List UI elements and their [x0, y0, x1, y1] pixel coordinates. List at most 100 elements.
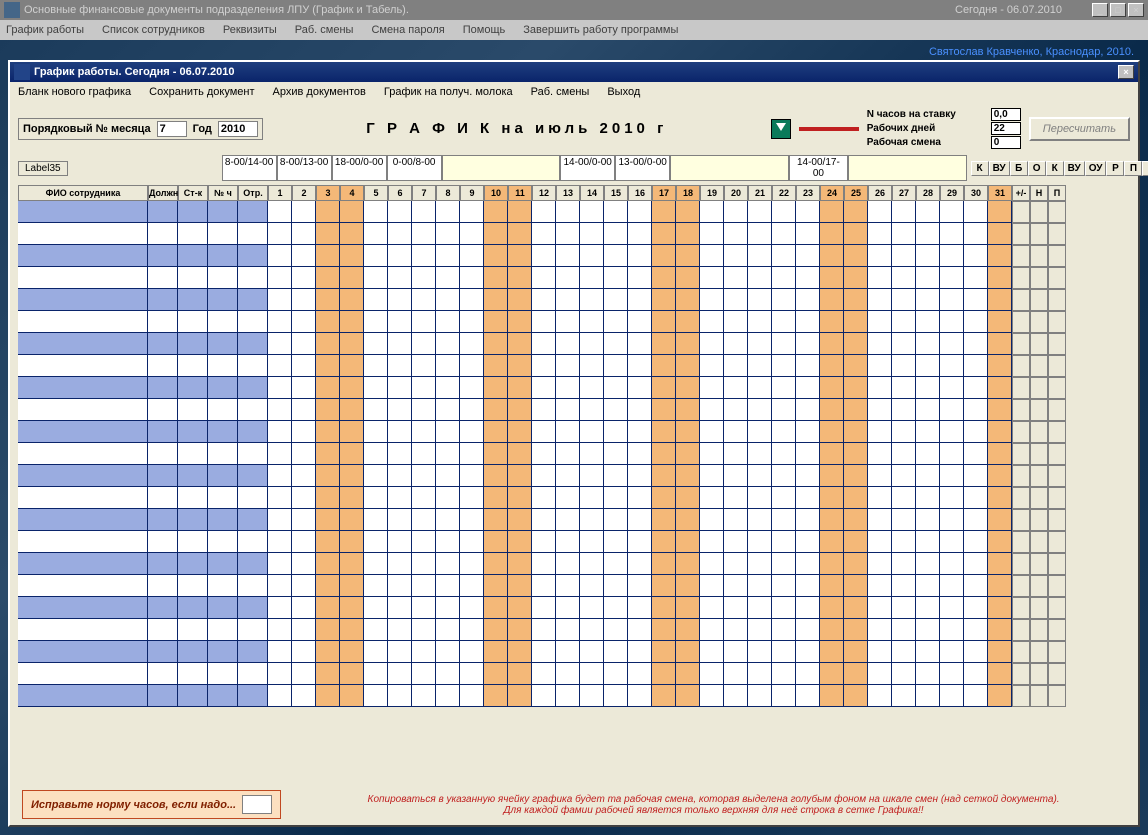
cell-day-28[interactable]: [916, 399, 940, 421]
cell-small[interactable]: [238, 399, 268, 421]
cell-day-7[interactable]: [412, 509, 436, 531]
col-day-1[interactable]: 1: [268, 185, 292, 201]
cell-day-24[interactable]: [820, 531, 844, 553]
cell-day-12[interactable]: [532, 333, 556, 355]
cell-day-20[interactable]: [724, 619, 748, 641]
cell-day-5[interactable]: [364, 421, 388, 443]
cell-small[interactable]: [178, 399, 208, 421]
cell-day-17[interactable]: [652, 377, 676, 399]
cell-day-28[interactable]: [916, 575, 940, 597]
cell-day-18[interactable]: [676, 201, 700, 223]
col-day-6[interactable]: 6: [388, 185, 412, 201]
cell-day-27[interactable]: [892, 685, 916, 707]
cell-day-6[interactable]: [388, 289, 412, 311]
cell-small[interactable]: [178, 289, 208, 311]
cell-day-12[interactable]: [532, 399, 556, 421]
cell-day-18[interactable]: [676, 377, 700, 399]
cell-employee[interactable]: [18, 223, 148, 245]
cell-small[interactable]: [238, 597, 268, 619]
cell-day-8[interactable]: [436, 223, 460, 245]
cell-day-15[interactable]: [604, 487, 628, 509]
cell-tail[interactable]: [1048, 641, 1066, 663]
cell-day-16[interactable]: [628, 399, 652, 421]
cell-small[interactable]: [238, 487, 268, 509]
cell-day-1[interactable]: [268, 201, 292, 223]
cell-small[interactable]: [178, 597, 208, 619]
cell-day-6[interactable]: [388, 355, 412, 377]
cell-day-21[interactable]: [748, 201, 772, 223]
cell-day-4[interactable]: [340, 487, 364, 509]
cell-small[interactable]: [238, 509, 268, 531]
cell-day-8[interactable]: [436, 531, 460, 553]
cell-day-13[interactable]: [556, 201, 580, 223]
cell-day-19[interactable]: [700, 421, 724, 443]
cell-day-16[interactable]: [628, 465, 652, 487]
cell-day-26[interactable]: [868, 685, 892, 707]
cell-day-27[interactable]: [892, 289, 916, 311]
cell-day-11[interactable]: [508, 531, 532, 553]
cell-day-22[interactable]: [772, 575, 796, 597]
cell-day-15[interactable]: [604, 377, 628, 399]
cell-day-20[interactable]: [724, 641, 748, 663]
cell-day-4[interactable]: [340, 289, 364, 311]
cell-day-7[interactable]: [412, 289, 436, 311]
cell-day-13[interactable]: [556, 465, 580, 487]
cell-day-8[interactable]: [436, 289, 460, 311]
cell-day-25[interactable]: [844, 685, 868, 707]
cell-day-19[interactable]: [700, 223, 724, 245]
cell-day-7[interactable]: [412, 267, 436, 289]
cell-small[interactable]: [148, 597, 178, 619]
cell-day-29[interactable]: [940, 201, 964, 223]
cell-day-14[interactable]: [580, 663, 604, 685]
cell-small[interactable]: [148, 487, 178, 509]
cell-day-4[interactable]: [340, 597, 364, 619]
shift-input[interactable]: [991, 136, 1021, 149]
workdays-input[interactable]: [991, 122, 1021, 135]
cell-day-24[interactable]: [820, 377, 844, 399]
cell-day-9[interactable]: [460, 575, 484, 597]
cell-small[interactable]: [208, 311, 238, 333]
cell-day-16[interactable]: [628, 223, 652, 245]
cell-tail[interactable]: [1030, 377, 1048, 399]
cell-day-9[interactable]: [460, 289, 484, 311]
cell-day-5[interactable]: [364, 267, 388, 289]
minimize-button[interactable]: _: [1092, 3, 1108, 17]
cell-day-19[interactable]: [700, 267, 724, 289]
cell-day-8[interactable]: [436, 267, 460, 289]
cell-day-21[interactable]: [748, 465, 772, 487]
cell-day-28[interactable]: [916, 465, 940, 487]
cell-day-7[interactable]: [412, 597, 436, 619]
cell-day-1[interactable]: [268, 465, 292, 487]
menu-schedule[interactable]: График работы: [6, 24, 84, 36]
cell-day-16[interactable]: [628, 487, 652, 509]
cell-tail[interactable]: [1048, 311, 1066, 333]
cell-day-23[interactable]: [796, 597, 820, 619]
cell-day-7[interactable]: [412, 641, 436, 663]
cell-day-17[interactable]: [652, 465, 676, 487]
cell-day-23[interactable]: [796, 553, 820, 575]
cell-employee[interactable]: [18, 641, 148, 663]
cell-day-19[interactable]: [700, 487, 724, 509]
cell-employee[interactable]: [18, 443, 148, 465]
cell-small[interactable]: [238, 201, 268, 223]
cell-day-5[interactable]: [364, 619, 388, 641]
cell-small[interactable]: [178, 663, 208, 685]
cell-day-26[interactable]: [868, 465, 892, 487]
cell-day-26[interactable]: [868, 553, 892, 575]
col-day-8[interactable]: 8: [436, 185, 460, 201]
cell-day-24[interactable]: [820, 619, 844, 641]
cell-day-30[interactable]: [964, 245, 988, 267]
cell-day-19[interactable]: [700, 289, 724, 311]
shift-button-7[interactable]: [670, 155, 789, 181]
cell-day-15[interactable]: [604, 575, 628, 597]
cell-day-11[interactable]: [508, 355, 532, 377]
cell-day-4[interactable]: [340, 267, 364, 289]
cell-day-4[interactable]: [340, 465, 364, 487]
cell-day-11[interactable]: [508, 597, 532, 619]
cell-day-21[interactable]: [748, 399, 772, 421]
shift-button-0[interactable]: 8-00/14-00: [222, 155, 277, 181]
cell-tail[interactable]: [1030, 333, 1048, 355]
cell-day-22[interactable]: [772, 399, 796, 421]
cell-tail[interactable]: [1048, 443, 1066, 465]
cell-tail[interactable]: [1012, 333, 1030, 355]
